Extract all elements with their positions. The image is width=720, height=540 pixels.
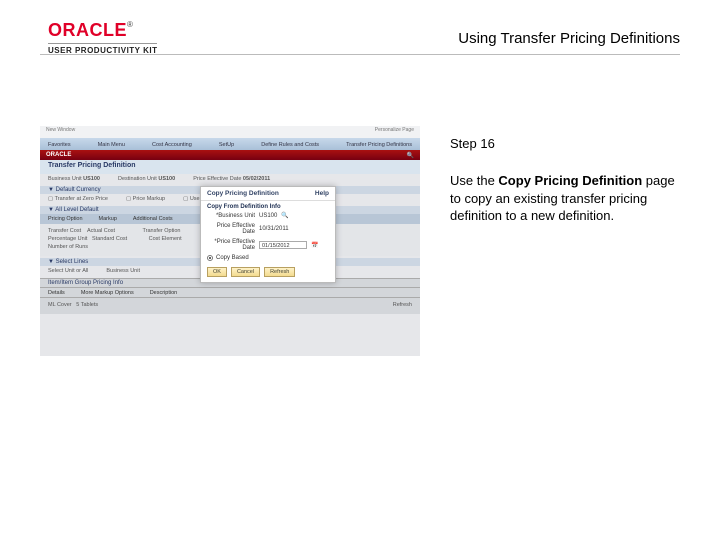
instruction-bold: Copy Pricing Definition [498, 173, 642, 188]
link-new-window: New Window [46, 127, 75, 138]
copy-pricing-definition-dialog: Copy Pricing Definition Help Copy From D… [200, 186, 336, 283]
dialog-effdate-label: Price Effective Date [207, 223, 255, 235]
nav-item: Transfer Pricing Definitions [346, 142, 412, 148]
nav-item: SetUp [219, 142, 234, 148]
app-screenshot: New Window Personalize Page Favorites Ma… [40, 126, 420, 356]
table-cell: 5 Tablets [76, 302, 98, 308]
tab-more-markup: More Markup Options [81, 290, 134, 296]
dialog-bu-value: US100 [259, 213, 277, 219]
header-divider [40, 54, 680, 55]
bu-label: Business Unit [48, 176, 82, 182]
dest-value: US100 [158, 176, 175, 182]
dest-label: Destination Unit [118, 176, 157, 182]
calendar-icon[interactable]: 📅 [311, 242, 318, 249]
field-transfer-cost: Transfer Cost [48, 228, 81, 234]
chk-zero-price: ▢ Transfer at Zero Price [48, 196, 108, 202]
field-select-bu: Business Unit [106, 268, 140, 274]
tab-details: Details [48, 290, 65, 296]
search-icon: 🔍 [407, 152, 414, 159]
lookup-icon[interactable]: 🔍 [281, 212, 288, 219]
eff-value: 05/02/2011 [243, 176, 270, 182]
dialog-effdate-value: 10/31/2011 [259, 226, 289, 232]
step-number: Step 16 [450, 136, 495, 151]
nav-item: Define Rules and Costs [261, 142, 319, 148]
eff-label: Price Effective Date [193, 176, 241, 182]
instruction-text: Use the Copy Pricing Definition page to … [450, 172, 680, 225]
tab-description: Description [150, 290, 178, 296]
chk-price-markup: ▢ Price Markup [126, 196, 165, 202]
cancel-button[interactable]: Cancel [231, 267, 260, 277]
refresh-link: Refresh [393, 302, 412, 308]
field-actual-cost: Actual Cost [87, 228, 115, 234]
bu-value: US100 [83, 176, 100, 182]
field-transfer-option: Transfer Option [142, 228, 180, 234]
table-cell: ML Cover [48, 302, 72, 308]
ok-button[interactable]: OK [207, 267, 227, 277]
dialog-title: Copy Pricing Definition [207, 190, 279, 197]
radio-copy-based[interactable] [207, 255, 213, 261]
dialog-bu-label: *Business Unit [207, 213, 255, 219]
page-title: Using Transfer Pricing Definitions [458, 30, 680, 47]
nav-item: Favorites [48, 142, 71, 148]
nav-item: Main Menu [98, 142, 125, 148]
tab-additional-costs: Additional Costs [133, 216, 173, 222]
dialog-newdate-label: *Price Effective Date [207, 239, 255, 251]
form-title: Transfer Pricing Definition [40, 160, 420, 174]
radio-copy-based-label: Copy Based [216, 255, 249, 261]
dialog-help-link[interactable]: Help [315, 190, 329, 197]
nav-item: Cost Accounting [152, 142, 192, 148]
brand-name: ORACLE [48, 20, 127, 41]
instruction-prefix: Use the [450, 173, 498, 188]
link-personalize: Personalize Page [375, 127, 414, 138]
breadcrumb: Favorites Main Menu Cost Accounting SetU… [40, 138, 420, 150]
app-brand: ORACLE [46, 152, 71, 158]
field-standard-cost: Standard Cost [92, 236, 127, 242]
field-cost-element: Cost Element [149, 236, 182, 242]
trademark-icon: ® [127, 20, 133, 29]
field-percentage: Percentage Unit [48, 236, 87, 242]
dialog-newdate-input[interactable]: 01/15/2012 [259, 241, 307, 249]
dialog-section-heading: Copy From Definition Info [201, 201, 335, 210]
tab-pricing-option: Pricing Option [48, 216, 83, 222]
brand-logo: ORACLE® USER PRODUCTIVITY KIT [48, 20, 157, 55]
field-select-unit: Select Unit or All [48, 268, 88, 274]
tab-markup: Markup [99, 216, 117, 222]
refresh-button[interactable]: Refresh [264, 267, 295, 277]
